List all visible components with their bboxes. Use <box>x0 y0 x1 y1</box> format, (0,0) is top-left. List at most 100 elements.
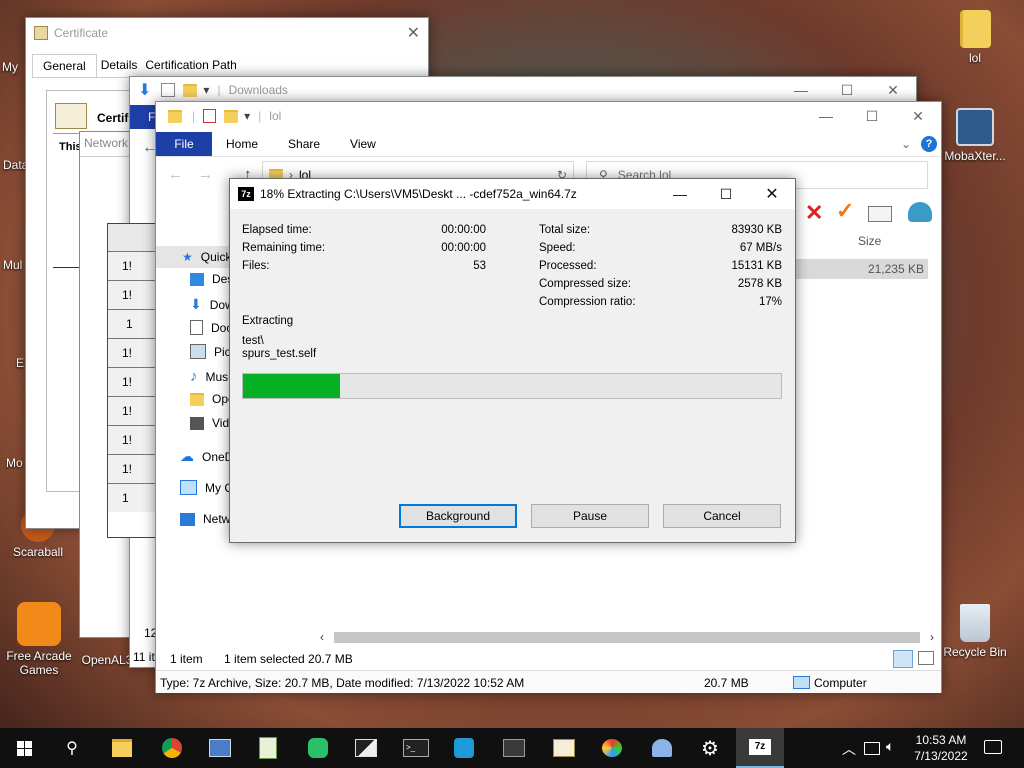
clock-date[interactable]: 7/13/2022 <box>908 749 974 763</box>
back-button[interactable]: ← <box>168 166 183 183</box>
screen-icon <box>503 739 525 757</box>
taskbar-settings[interactable]: ⚙ <box>686 728 734 768</box>
background-button[interactable]: Background <box>399 504 517 528</box>
nav-item-music[interactable]: ♪ Mus <box>190 368 228 385</box>
taskbar-photos-app[interactable] <box>342 728 390 768</box>
volume-icon[interactable]: 🔈︎ <box>886 738 894 755</box>
start-button[interactable] <box>0 728 48 768</box>
certificate-titlebar: Certificate ✕ <box>26 18 428 48</box>
current-path: test\ <box>242 335 264 347</box>
scrollbar-thumb[interactable] <box>334 632 920 643</box>
desktop-icon-free-arcade-games[interactable]: Free Arcade Games <box>3 602 75 677</box>
chevron-down-icon[interactable]: ▾ <box>203 83 209 97</box>
video-icon <box>190 416 204 430</box>
window-title: Downloads <box>228 83 288 97</box>
taskbar-network-settings[interactable] <box>638 728 686 768</box>
minimize-button[interactable]: — <box>803 102 849 130</box>
help-icon[interactable]: ? <box>921 136 937 152</box>
checkmark-icon[interactable]: ✓ <box>836 198 854 224</box>
mobaxterm-icon <box>956 108 994 146</box>
close-icon[interactable]: ✕ <box>407 23 420 43</box>
tab-details[interactable]: Details <box>97 54 142 77</box>
chevron-down-icon[interactable]: ⌄ <box>901 137 911 151</box>
notepad-icon <box>259 737 277 759</box>
taskbar-paint-app[interactable] <box>588 728 636 768</box>
folder-icon <box>959 10 991 48</box>
divider <box>53 267 79 268</box>
close-button[interactable]: ✕ <box>870 77 916 103</box>
desktop-icon <box>190 272 204 286</box>
nav-item-documents[interactable]: Doc <box>190 320 232 335</box>
taskbar-notepad-app[interactable] <box>244 728 292 768</box>
large-icons-view-button[interactable] <box>918 651 934 665</box>
taskbar-app-m[interactable] <box>440 728 488 768</box>
taskbar-network-app[interactable] <box>196 728 244 768</box>
nav-item-open[interactable]: Ope <box>190 392 235 406</box>
table-row: 1 <box>108 484 158 512</box>
download-arrow-icon: ⬇ <box>138 82 152 99</box>
search-icon: ⚲ <box>66 740 78 757</box>
tab-general[interactable]: General <box>32 54 97 77</box>
certificate-badge-icon <box>55 103 87 129</box>
taskbar-terminal[interactable]: >_ <box>392 728 440 768</box>
network-title: Network <box>84 136 129 150</box>
desktop-partial-label: Mo <box>6 456 23 470</box>
taskbar-sync-app[interactable] <box>294 728 342 768</box>
desktop-icon-lol[interactable]: lol <box>940 10 1010 65</box>
nav-item-quick-access[interactable]: ★ Quick <box>156 246 236 268</box>
horizontal-scrollbar[interactable]: ‹ › <box>316 630 938 644</box>
nav-item-downloads[interactable]: ⬇ Dow <box>190 296 234 313</box>
taskbar-file-explorer[interactable] <box>98 728 146 768</box>
delete-icon[interactable]: ✕ <box>805 200 823 226</box>
taskbar-certificate-app[interactable] <box>540 728 588 768</box>
bomb-icon <box>17 602 61 646</box>
desktop-icon-mobaxterm[interactable]: MobaXter... <box>940 108 1010 163</box>
compression-ratio-value: 17% <box>758 296 782 308</box>
taskbar-7zip[interactable]: 7z <box>736 728 784 768</box>
close-button[interactable]: ✕ <box>749 179 795 209</box>
taskbar-chrome[interactable] <box>148 728 196 768</box>
properties-icon <box>203 109 217 123</box>
chevron-right-icon[interactable]: › <box>930 630 934 644</box>
seashell-icon[interactable] <box>908 202 932 222</box>
notification-icon[interactable] <box>984 740 1002 754</box>
folder-icon <box>168 109 182 123</box>
taskbar-screen-app[interactable] <box>490 728 538 768</box>
desktop-icon-recycle-bin[interactable]: Recycle Bin <box>940 604 1010 659</box>
certificate-tabs: General Details Certification Path <box>32 54 420 78</box>
maximize-button[interactable]: ☐ <box>824 77 870 103</box>
total-size-value: 83930 KB <box>731 224 782 236</box>
clock-time[interactable]: 10:53 AM <box>908 733 974 747</box>
details-size: 20.7 MB <box>704 676 749 690</box>
forward-button[interactable]: → <box>198 166 213 183</box>
maximize-button[interactable]: ☐ <box>849 102 895 130</box>
chevron-up-icon[interactable]: ︿ <box>842 739 856 759</box>
tab-view[interactable]: View <box>350 137 376 151</box>
network-status-icon[interactable] <box>864 742 880 755</box>
email-icon[interactable] <box>868 206 892 222</box>
cancel-button[interactable]: Cancel <box>663 504 781 528</box>
minimize-button[interactable]: — <box>657 179 703 209</box>
nav-item-pictures[interactable]: Pict <box>190 344 234 359</box>
column-header-size[interactable]: Size <box>858 234 881 248</box>
tab-file[interactable]: File <box>156 132 212 156</box>
maximize-button[interactable]: ☐ <box>703 179 749 209</box>
table-row: 1! <box>108 339 158 368</box>
compressed-size-label: Compressed size: <box>539 278 632 290</box>
nav-item-onedrive[interactable]: ☁ OneD <box>180 448 233 465</box>
tab-share[interactable]: Share <box>288 137 320 151</box>
search-button[interactable]: ⚲ <box>48 728 96 768</box>
picture-icon <box>190 344 206 359</box>
pause-button[interactable]: Pause <box>531 504 649 528</box>
music-icon: ♪ <box>190 368 198 385</box>
desktop-partial-label: E <box>16 356 25 370</box>
chevron-left-icon[interactable]: ‹ <box>320 630 324 644</box>
close-button[interactable]: ✕ <box>895 102 941 130</box>
chevron-down-icon[interactable]: ▾ <box>244 109 250 123</box>
details-view-button[interactable] <box>893 650 913 668</box>
tab-home[interactable]: Home <box>226 137 258 151</box>
nav-item-my-computer[interactable]: My C <box>180 480 233 495</box>
tab-certification-path[interactable]: Certification Path <box>141 54 240 77</box>
nav-item-network[interactable]: Netw <box>180 512 230 526</box>
minimize-button[interactable]: — <box>778 77 824 103</box>
